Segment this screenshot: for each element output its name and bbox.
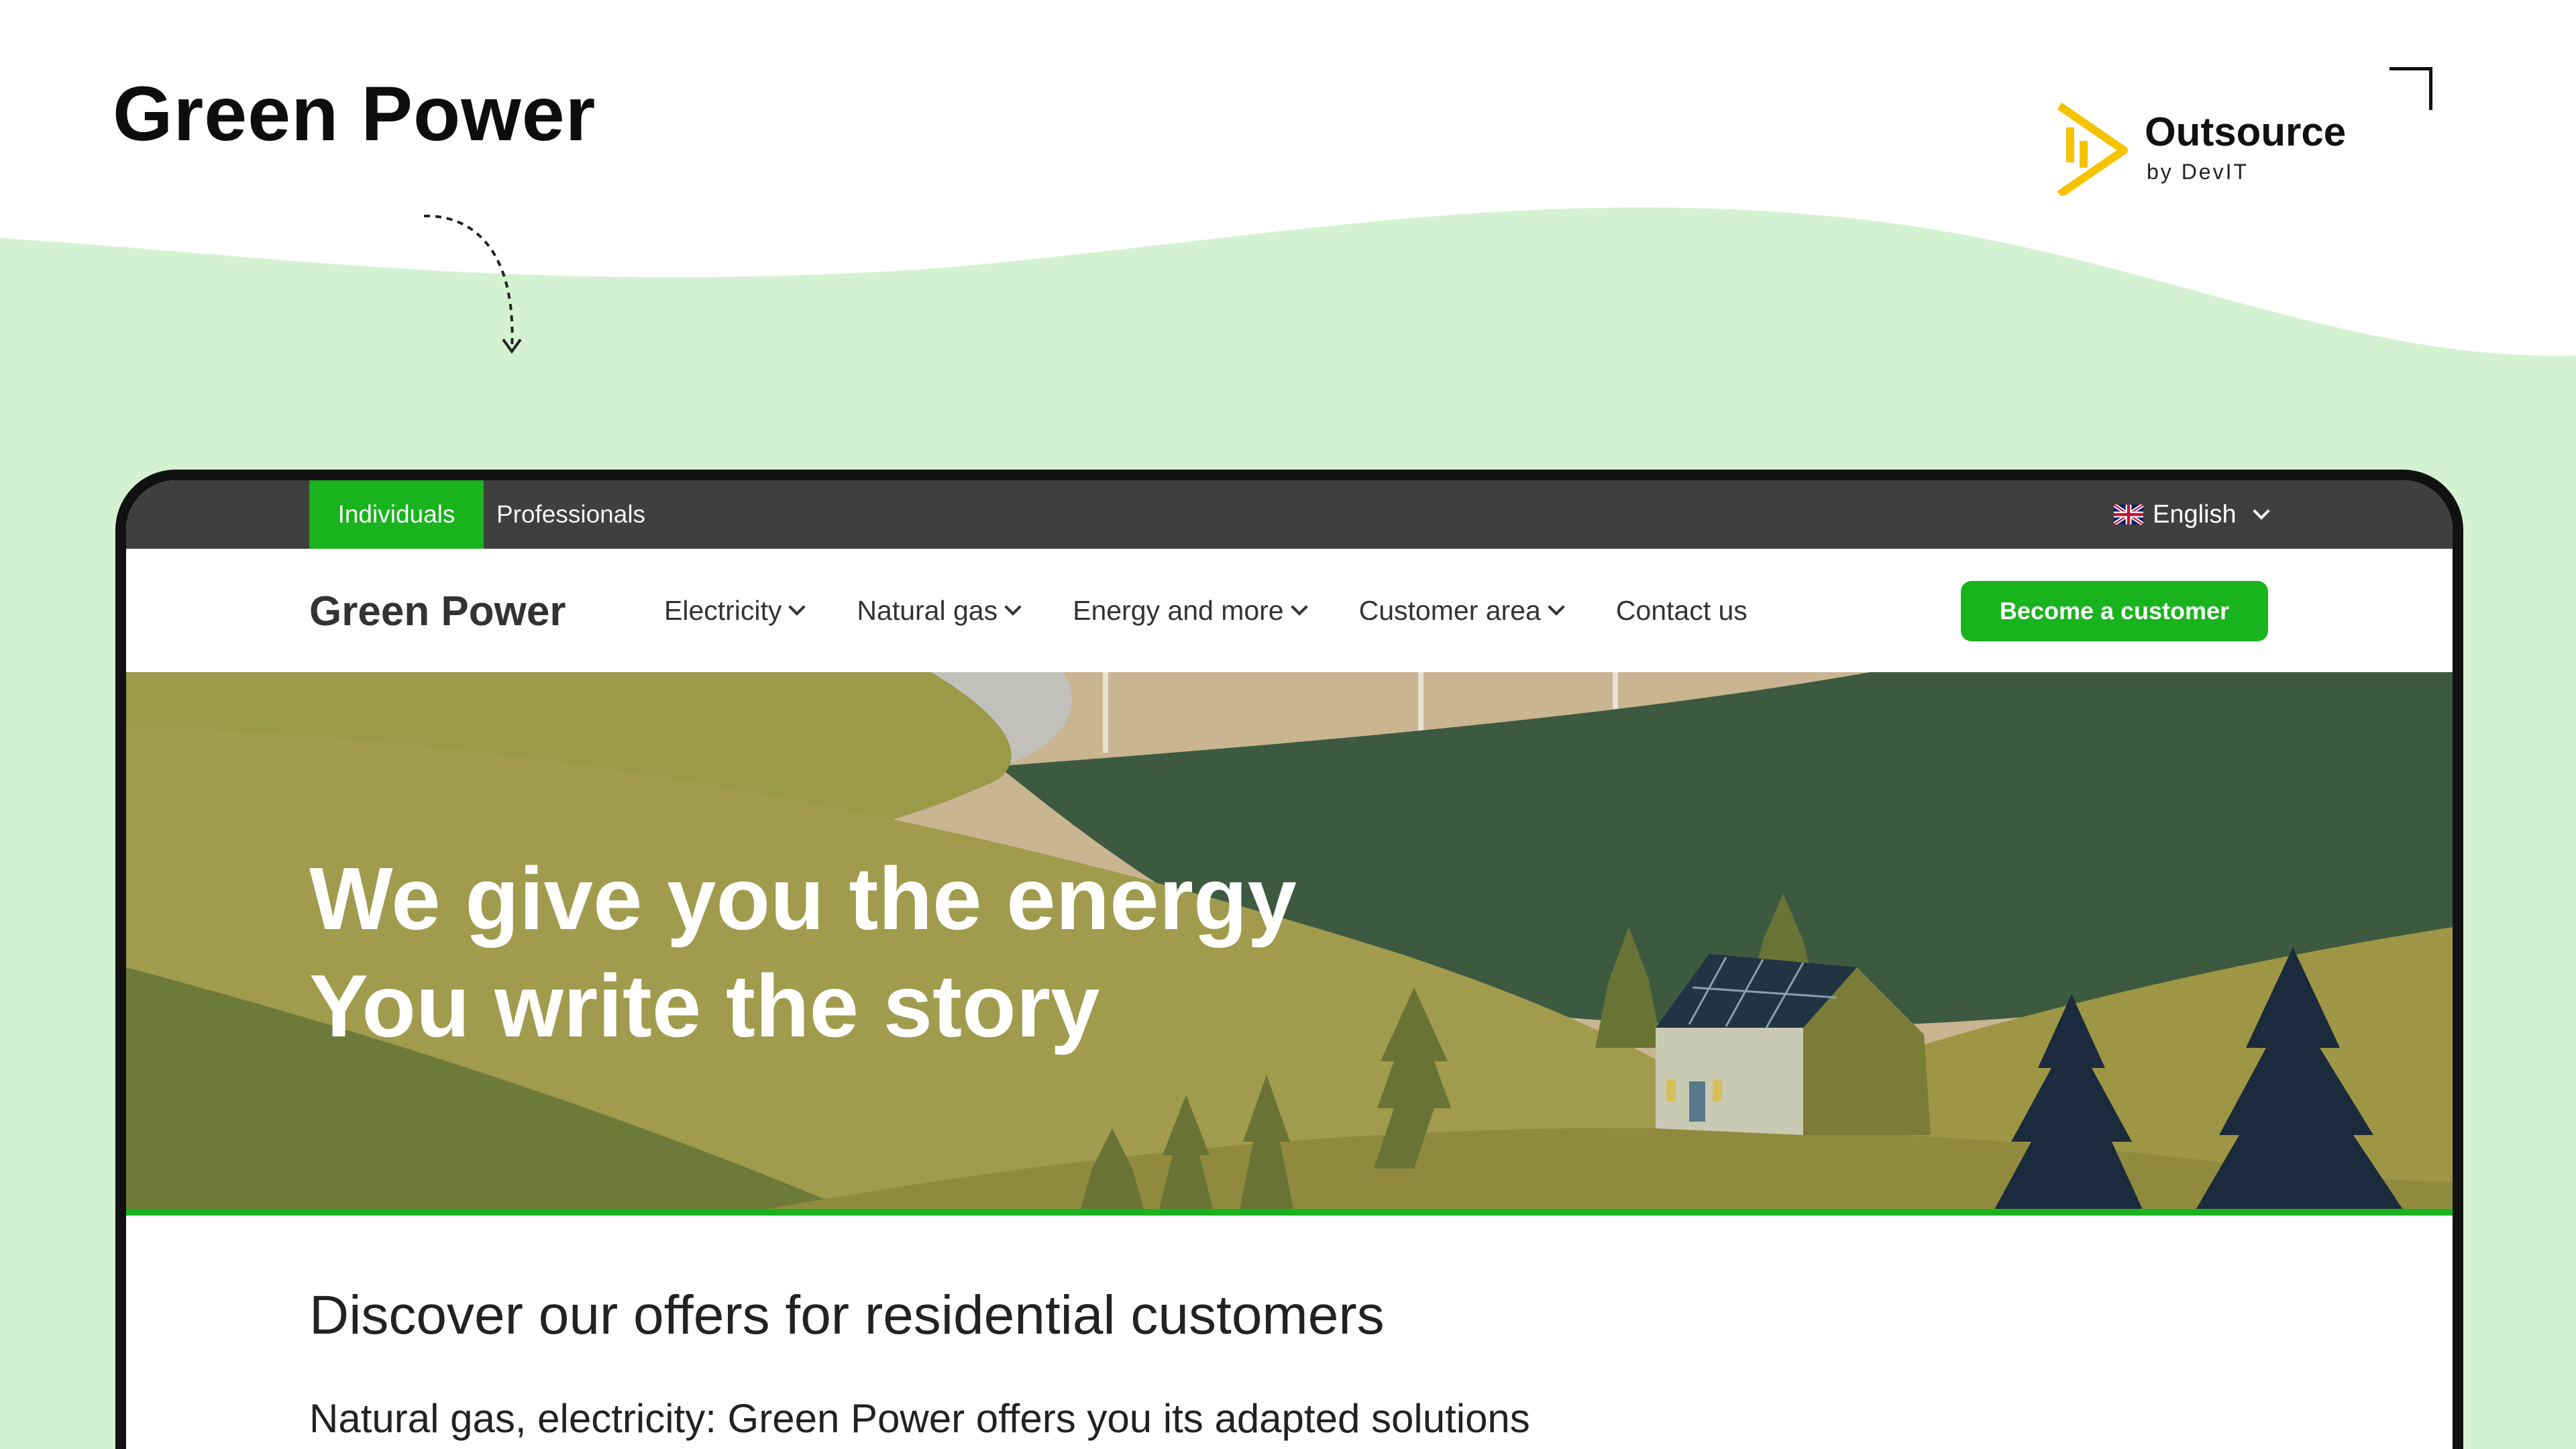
main-navigation: Green Power Electricity Natural gas Ener… xyxy=(126,549,2453,672)
brand-name: Outsource xyxy=(2145,109,2347,154)
tab-professionals[interactable]: Professionals xyxy=(484,480,658,549)
section-heading: Discover our offers for residential cust… xyxy=(309,1285,1385,1346)
nav-item-label: Contact us xyxy=(1615,594,1748,626)
brand: Outsource by DevIT xyxy=(2053,101,2361,201)
laptop-frame: Individuals Professionals English Green … xyxy=(115,470,2463,1449)
hero-line-2: You write the story xyxy=(309,957,1100,1055)
nav-item-electricity[interactable]: Electricity xyxy=(664,594,806,627)
showcase-title: Green Power xyxy=(113,71,596,157)
nav-item-energy-and-more[interactable]: Energy and more xyxy=(1073,594,1308,627)
nav-item-label: Electricity xyxy=(664,594,782,626)
nav-item-label: Energy and more xyxy=(1073,594,1284,626)
site-logo[interactable]: Green Power xyxy=(309,588,566,635)
corner-mark xyxy=(2390,67,2432,110)
nav-item-label: Natural gas xyxy=(857,594,998,626)
outsource-logo-icon xyxy=(2057,103,2128,196)
hero-banner: We give you the energy You write the sto… xyxy=(126,672,2453,1216)
tab-individuals[interactable]: Individuals xyxy=(309,480,484,549)
become-customer-button[interactable]: Become a customer xyxy=(1961,581,2268,641)
nav-item-label: Customer area xyxy=(1358,594,1541,626)
chevron-down-icon xyxy=(1290,598,1308,616)
nav-item-contact-us[interactable]: Contact us xyxy=(1616,595,1748,627)
offers-section: Discover our offers for residential cust… xyxy=(126,1222,2453,1449)
chevron-down-icon xyxy=(788,598,806,616)
top-bar: Individuals Professionals English xyxy=(126,480,2453,549)
website-screen: Individuals Professionals English Green … xyxy=(126,480,2453,1449)
dashed-arrow-icon xyxy=(423,214,522,354)
hero-line-1: We give you the energy xyxy=(309,849,1297,948)
section-subheading: Natural gas, electricity: Green Power of… xyxy=(309,1396,1530,1441)
chevron-down-icon xyxy=(1004,598,1022,616)
nav-item-natural-gas[interactable]: Natural gas xyxy=(857,594,1022,627)
brand-subtitle: by DevIT xyxy=(2147,160,2249,184)
nav-links: Electricity Natural gas Energy and more … xyxy=(664,549,1748,672)
uk-flag-icon xyxy=(2114,504,2143,525)
chevron-down-icon xyxy=(2252,502,2270,520)
hero-headline: We give you the energy You write the sto… xyxy=(309,845,1297,1060)
chevron-down-icon xyxy=(1548,598,1565,616)
nav-item-customer-area[interactable]: Customer area xyxy=(1358,594,1565,627)
language-label: English xyxy=(2153,500,2237,529)
language-selector[interactable]: English xyxy=(2114,480,2270,549)
